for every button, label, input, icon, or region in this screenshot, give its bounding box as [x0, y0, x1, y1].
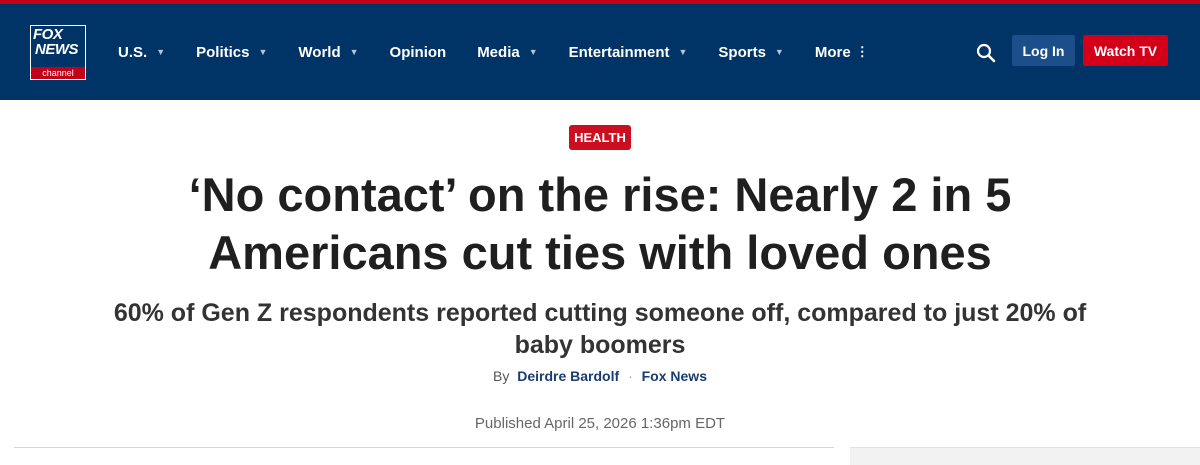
article-subheadline: 60% of Gen Z respondents reported cuttin… [113, 299, 1087, 359]
nav-item-label: Sports [718, 43, 766, 61]
byline: By Deirdre Bardolf · Fox News [0, 368, 1200, 384]
nav-item-label: U.S. [118, 43, 148, 61]
nav-item-label: Opinion [389, 43, 447, 61]
more-vertical-icon: ⋮ [855, 44, 869, 59]
author-link[interactable]: Deirdre Bardolf [517, 368, 619, 384]
published-timestamp: Published April 25, 2026 1:36pm EDT [474, 415, 726, 432]
fox-news-logo[interactable]: FOX NEWS channel [30, 25, 86, 80]
nav-item-label: More [814, 43, 851, 61]
nav-item-us[interactable]: U.S. ▼ [118, 44, 165, 61]
top-navigation: FOX NEWS channel U.S. ▼ Politics ▼ World… [0, 4, 1200, 100]
chevron-down-icon: ▼ [528, 47, 538, 57]
byline-prefix: By [493, 368, 510, 384]
logo-text-news: NEWS [35, 41, 79, 58]
login-button[interactable]: Log In [1012, 35, 1075, 66]
chevron-down-icon: ▼ [678, 47, 688, 57]
nav-item-sports[interactable]: Sports ▼ [718, 44, 783, 61]
nav-item-world[interactable]: World ▼ [298, 44, 358, 61]
nav-item-more[interactable]: More ⋮ [815, 44, 869, 61]
chevron-down-icon: ▼ [774, 47, 784, 57]
nav-item-label: World [298, 43, 341, 61]
chevron-down-icon: ▼ [258, 47, 268, 57]
chevron-down-icon: ▼ [349, 47, 359, 57]
logo-text-channel: channel [31, 67, 85, 79]
chevron-down-icon: ▼ [156, 47, 166, 57]
search-icon[interactable] [975, 42, 997, 64]
main-menu: U.S. ▼ Politics ▼ World ▼ Opinion Media … [118, 4, 900, 100]
nav-item-media[interactable]: Media ▼ [477, 44, 537, 61]
category-badge[interactable]: HEALTH [569, 125, 631, 150]
nav-item-label: Entertainment [568, 43, 670, 61]
byline-separator: · [628, 368, 633, 384]
source-link[interactable]: Fox News [642, 368, 707, 384]
nav-item-entertainment[interactable]: Entertainment ▼ [569, 44, 688, 61]
watch-tv-button[interactable]: Watch TV [1083, 35, 1168, 66]
nav-item-label: Politics [196, 43, 250, 61]
nav-item-label: Media [477, 43, 520, 61]
sidebar-panel [850, 447, 1200, 465]
logo-text-fox: FOX [33, 26, 63, 43]
nav-item-politics[interactable]: Politics ▼ [196, 44, 267, 61]
article-headline: ‘No contact’ on the rise: Nearly 2 in 5 … [188, 168, 1012, 279]
nav-item-opinion[interactable]: Opinion [390, 44, 447, 61]
divider [14, 447, 834, 448]
